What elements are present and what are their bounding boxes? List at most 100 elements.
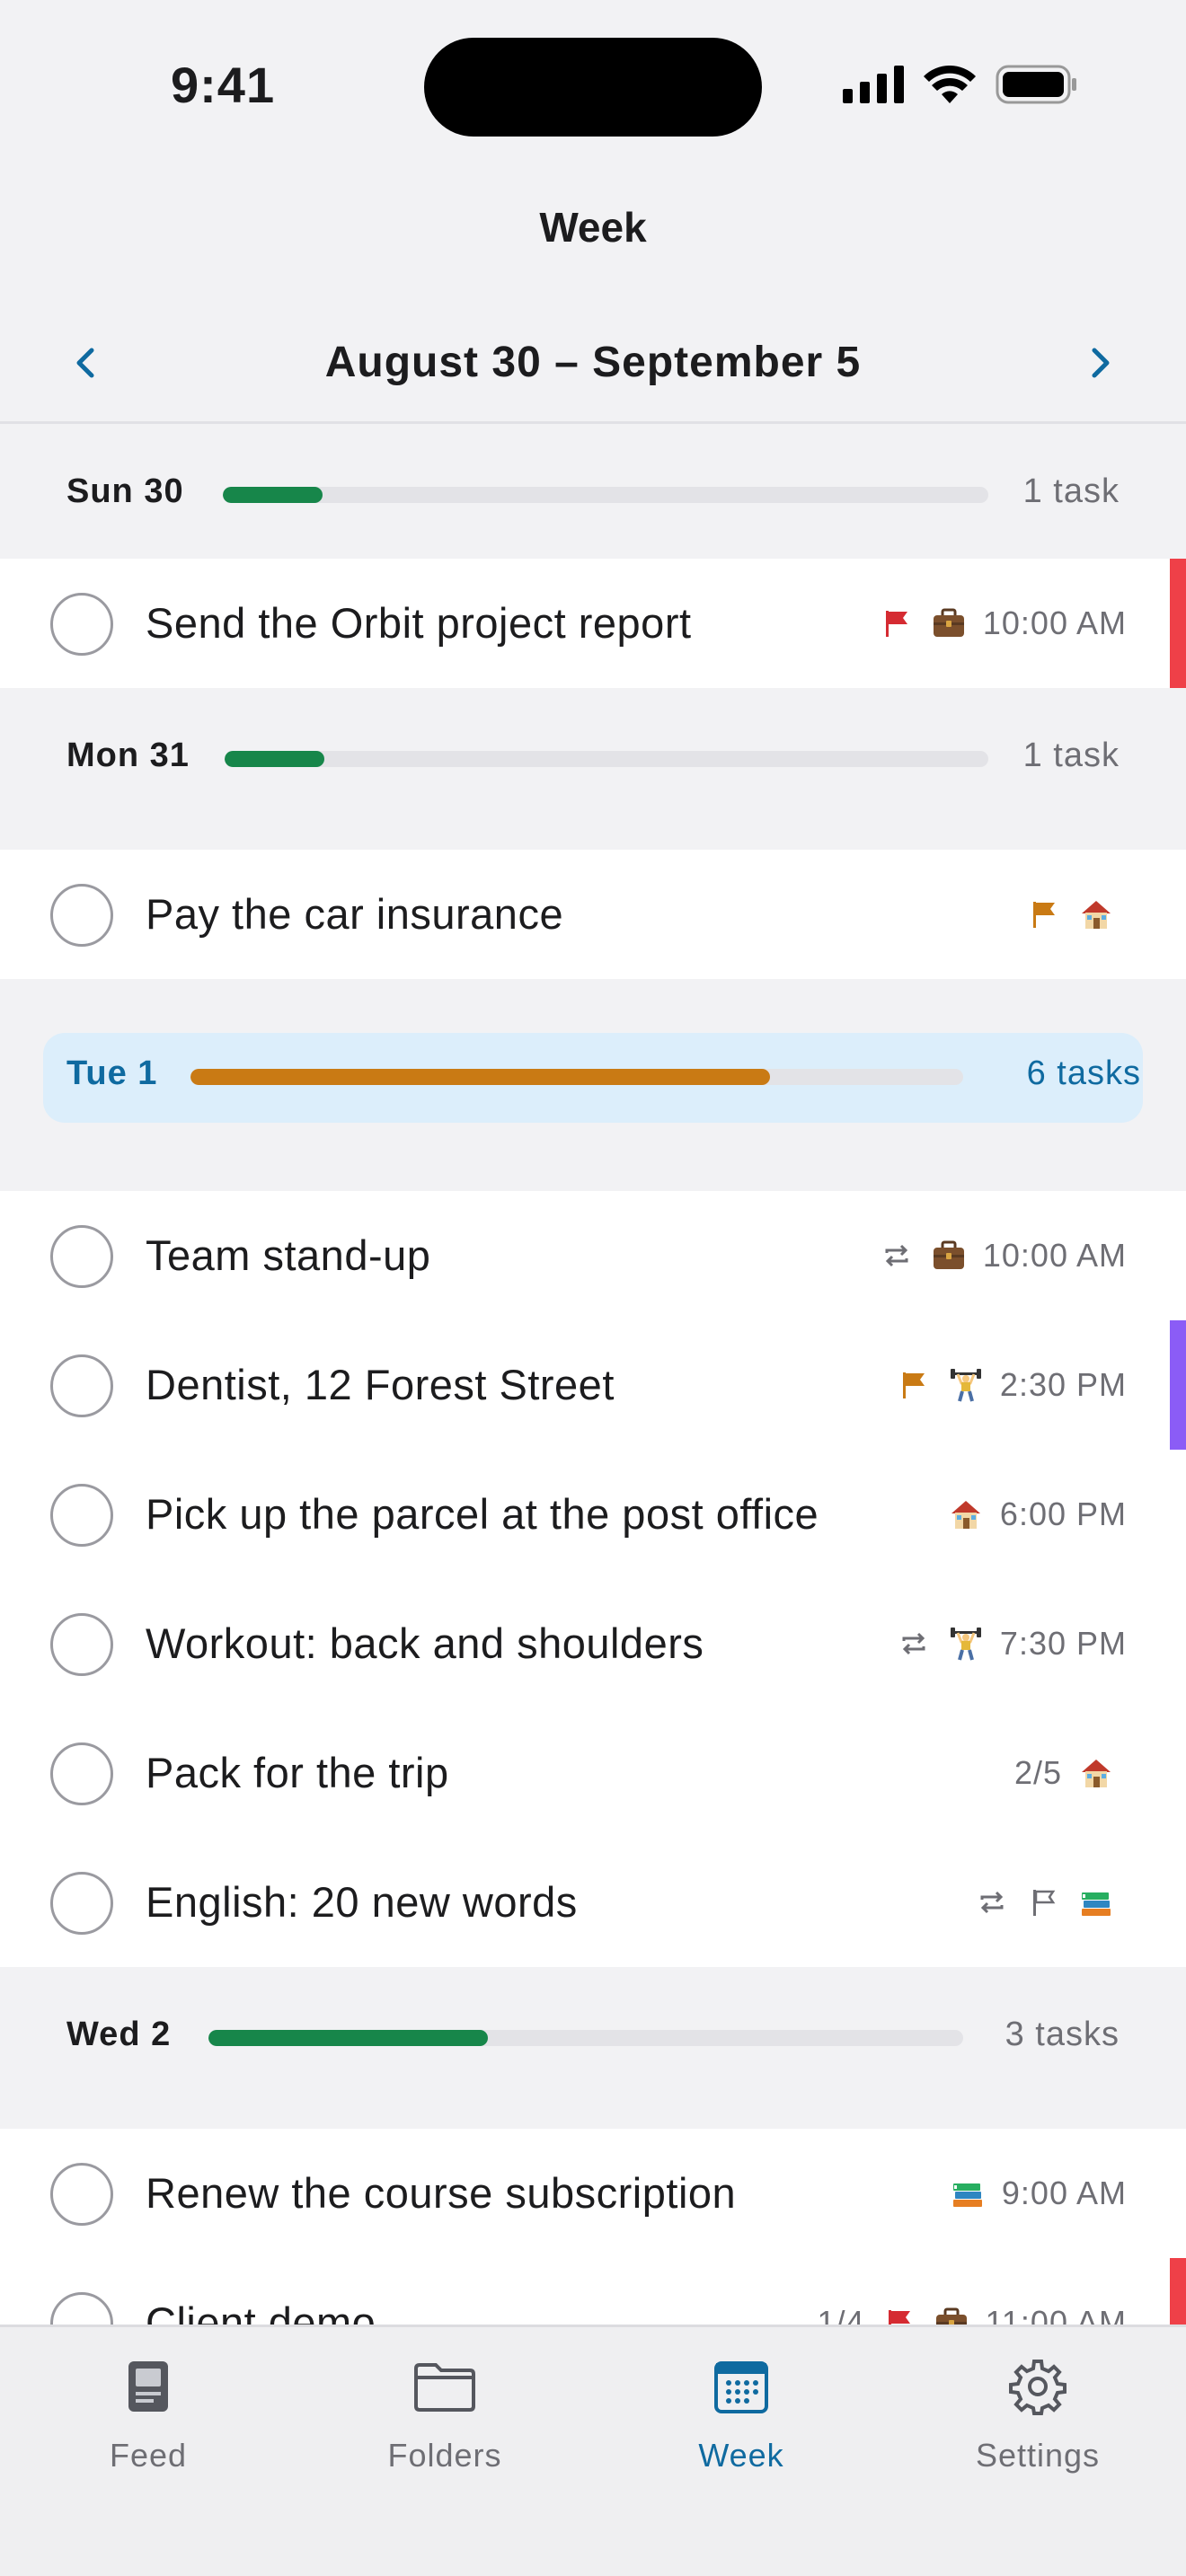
briefcase-icon — [931, 1238, 967, 1274]
day-progress-fill — [223, 487, 323, 503]
task-title: Send the Orbit project report — [146, 599, 692, 647]
dynamic-island — [424, 38, 762, 137]
status-bar: 9:41 — [0, 0, 1186, 171]
briefcase-icon — [931, 605, 967, 641]
day-header[interactable]: Tue 1 6 tasks — [0, 979, 1186, 1168]
repeat-icon — [879, 1238, 915, 1274]
task-list: Renew the course subscription 9:00 AM Clie… — [0, 2129, 1186, 2325]
task-meta: 1/4 11:00 AM — [818, 2298, 1127, 2325]
briefcase-icon — [934, 2305, 969, 2325]
task-list: Team stand-up 10:00 AM Dentist, 12 Forest … — [0, 1191, 1186, 1967]
task-row[interactable]: Send the Orbit project report 10:00 AM — [0, 559, 1186, 688]
task-complete-checkbox[interactable] — [50, 884, 113, 947]
calendar-icon — [705, 2351, 777, 2422]
day-progress-fill — [225, 751, 324, 767]
task-list: Send the Orbit project report 10:00 AM — [0, 559, 1186, 688]
status-icons — [843, 65, 1078, 109]
day-progress-bar — [190, 1069, 963, 1085]
task-complete-checkbox[interactable] — [50, 2292, 113, 2325]
task-meta: 7:30 PM — [896, 1619, 1127, 1669]
flag-orange-icon — [896, 1367, 932, 1403]
subtask-progress: 2/5 — [1013, 1754, 1062, 1791]
task-row[interactable]: Client demo 1/4 11:00 AM — [0, 2258, 1186, 2325]
task-complete-checkbox[interactable] — [50, 1354, 113, 1417]
task-complete-checkbox[interactable] — [50, 1484, 113, 1547]
task-title: Pack for the trip — [146, 1749, 449, 1796]
wifi-icon — [924, 65, 976, 108]
task-title: Team stand-up — [146, 1231, 431, 1279]
task-color-tag — [1170, 2258, 1186, 2325]
task-meta: 2/5 — [1014, 1748, 1114, 1798]
task-meta: 6:00 PM — [948, 1489, 1127, 1539]
task-title: Client demo — [146, 2298, 376, 2325]
day-header[interactable]: Wed 2 3 tasks — [0, 1967, 1186, 2129]
task-time: 7:30 PM — [999, 1625, 1127, 1662]
task-row[interactable]: Pack for the trip 2/5 — [0, 1708, 1186, 1838]
day-label: Wed 2 — [66, 2016, 172, 2053]
repeat-icon — [896, 1626, 932, 1662]
weightlifter-icon — [948, 1367, 984, 1403]
chevron-right-icon — [1092, 348, 1110, 378]
day-progress-bar — [208, 2030, 963, 2046]
task-complete-checkbox[interactable] — [50, 1613, 113, 1676]
folder-icon — [409, 2351, 481, 2422]
task-complete-checkbox[interactable] — [50, 1872, 113, 1935]
task-title: Pay the car insurance — [146, 890, 564, 938]
task-time: 11:00 AM — [985, 2304, 1127, 2325]
task-row[interactable]: English: 20 new words — [0, 1838, 1186, 1967]
day-progress-bar — [223, 487, 988, 503]
day-progress-fill — [208, 2030, 488, 2046]
task-row[interactable]: Dentist, 12 Forest Street 2:30 PM — [0, 1320, 1186, 1450]
task-meta: 9:00 AM — [950, 2168, 1127, 2219]
task-row[interactable]: Renew the course subscription 9:00 AM — [0, 2129, 1186, 2258]
task-title: Renew the course subscription — [146, 2169, 737, 2217]
gear-icon — [1002, 2351, 1074, 2422]
task-time: 10:00 AM — [982, 604, 1127, 641]
tab-label: Week — [698, 2437, 784, 2474]
task-title: Pick up the parcel at the post office — [146, 1490, 819, 1538]
task-complete-checkbox[interactable] — [50, 593, 113, 656]
subtask-progress: 1/4 — [817, 2304, 865, 2325]
page-title: Week — [539, 204, 647, 251]
day-header[interactable]: Mon 31 1 task — [0, 688, 1186, 850]
task-row[interactable]: Workout: back and shoulders 7:30 PM — [0, 1579, 1186, 1708]
signal-icon — [843, 66, 904, 108]
task-title: Workout: back and shoulders — [146, 1619, 704, 1667]
task-complete-checkbox[interactable] — [50, 1742, 113, 1805]
week-range-label: August 30 – September 5 — [324, 339, 862, 386]
task-color-tag — [1170, 559, 1186, 688]
tab-feed[interactable]: Feed — [0, 2351, 296, 2475]
tab-settings[interactable]: Settings — [890, 2351, 1186, 2475]
flag-red-icon — [879, 605, 915, 641]
day-label: Tue 1 — [66, 1054, 158, 1092]
tab-week[interactable]: Week — [593, 2351, 890, 2475]
task-color-tag — [1170, 1320, 1186, 1450]
task-meta: 2:30 PM — [896, 1360, 1127, 1410]
week-navigator: August 30 – September 5 — [0, 305, 1186, 424]
next-week-button[interactable] — [1067, 331, 1132, 395]
task-time: 2:30 PM — [999, 1366, 1127, 1403]
task-title: Dentist, 12 Forest Street — [146, 1361, 615, 1408]
flag-red-icon — [881, 2305, 917, 2325]
day-header[interactable]: Sun 30 1 task — [0, 424, 1186, 559]
house-icon — [948, 1496, 984, 1532]
task-row[interactable]: Pay the car insurance — [0, 850, 1186, 979]
task-meta: 10:00 AM — [879, 598, 1127, 648]
tab-folders[interactable]: Folders — [296, 2351, 593, 2475]
tab-label: Feed — [109, 2437, 188, 2474]
task-row[interactable]: Team stand-up 10:00 AM — [0, 1191, 1186, 1320]
task-complete-checkbox[interactable] — [50, 2163, 113, 2226]
task-title: English: 20 new words — [146, 1878, 578, 1926]
task-row[interactable]: Pick up the parcel at the post office 6:0… — [0, 1450, 1186, 1579]
battery-icon — [996, 65, 1078, 109]
day-task-count: 6 tasks — [1026, 1054, 1141, 1092]
task-complete-checkbox[interactable] — [50, 1225, 113, 1288]
tab-bar: Feed Folders Week Settings — [0, 2325, 1186, 2576]
task-meta — [974, 1877, 1114, 1928]
repeat-icon — [974, 1884, 1010, 1920]
day-task-count: 1 task — [1022, 737, 1120, 774]
task-time: 10:00 AM — [982, 1237, 1127, 1274]
week-task-list[interactable]: Sun 30 1 task Send the Orbit project repor… — [0, 424, 1186, 2325]
flag-orange-icon — [1026, 896, 1062, 932]
task-list: Pay the car insurance — [0, 850, 1186, 979]
